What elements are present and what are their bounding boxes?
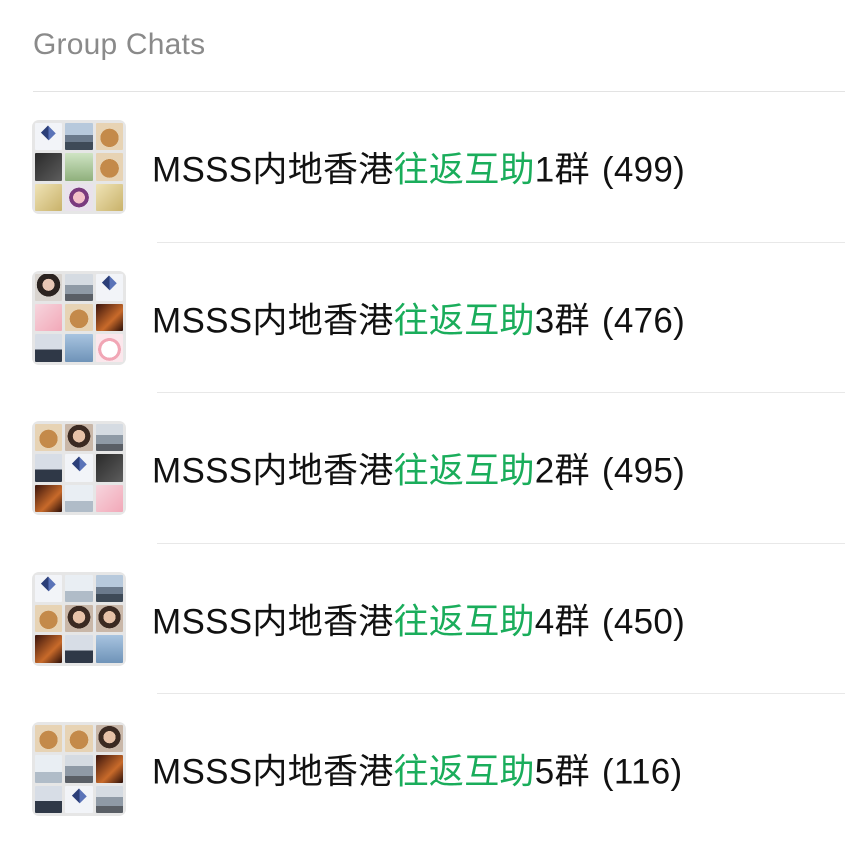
- member-avatar-tile: [65, 785, 93, 813]
- group-chat-title: MSSS内地香港往返互助2群 (495): [152, 443, 685, 494]
- member-avatar-tile: [95, 785, 123, 813]
- member-avatar-tile: [35, 725, 63, 753]
- title-prefix: MSSS内地香港: [152, 451, 394, 491]
- member-avatar-tile: [95, 273, 123, 301]
- title-search-highlight: 往返互助: [393, 301, 535, 341]
- group-chat-title: MSSS内地香港往返互助1群 (499): [152, 142, 685, 193]
- group-avatar[interactable]: [32, 571, 126, 666]
- member-count: (450): [601, 602, 686, 642]
- member-avatar-tile: [95, 484, 123, 512]
- title-prefix: MSSS内地香港: [152, 150, 394, 190]
- member-avatar-tile: [65, 725, 93, 753]
- title-search-highlight: 往返互助: [393, 602, 535, 642]
- member-avatar-tile: [95, 574, 123, 602]
- member-count: (495): [601, 451, 686, 491]
- member-avatar-tile: [65, 424, 93, 452]
- member-avatar-tile: [35, 454, 63, 482]
- member-avatar-tile: [65, 123, 93, 151]
- member-avatar-tile: [35, 153, 63, 181]
- member-avatar-tile: [95, 303, 123, 332]
- member-avatar-tile: [65, 574, 93, 602]
- title-prefix: MSSS内地香港: [152, 602, 394, 642]
- member-avatar-tile: [65, 153, 93, 181]
- member-avatar-tile: [35, 273, 63, 301]
- title-search-highlight: 往返互助: [393, 150, 535, 190]
- member-count: (499): [601, 150, 686, 190]
- member-avatar-tile: [95, 755, 123, 783]
- member-avatar-tile: [35, 424, 63, 452]
- member-avatar-tile: [35, 183, 63, 211]
- member-avatar-tile: [65, 183, 93, 211]
- group-chat-list: MSSS内地香港往返互助1群 (499) MSSS内地香港往返互助3群 (476) MS…: [0, 92, 845, 845]
- group-avatar[interactable]: [32, 120, 126, 214]
- member-avatar-tile: [65, 604, 93, 633]
- group-chat-title: MSSS内地香港往返互助4群 (450): [152, 593, 685, 644]
- member-count: (476): [601, 301, 686, 341]
- member-avatar-tile: [65, 303, 93, 332]
- member-avatar-tile: [95, 635, 123, 663]
- member-avatar-tile: [65, 334, 93, 362]
- title-prefix: MSSS内地香港: [152, 752, 394, 792]
- member-avatar-tile: [95, 123, 123, 151]
- member-avatar-tile: [35, 303, 63, 332]
- title-suffix: 4群: [534, 602, 590, 642]
- group-chat-title: MSSS内地香港往返互助5群 (116): [152, 744, 682, 795]
- group-avatar[interactable]: [32, 722, 126, 816]
- member-avatar-tile: [35, 785, 63, 813]
- member-avatar-tile: [95, 424, 123, 452]
- member-avatar-tile: [95, 334, 123, 362]
- member-avatar-tile: [35, 604, 63, 633]
- member-avatar-tile: [95, 725, 123, 753]
- group-avatar[interactable]: [32, 270, 126, 365]
- title-suffix: 3群: [534, 301, 590, 341]
- title-suffix: 5群: [534, 752, 590, 792]
- member-count: (116): [601, 752, 683, 792]
- member-avatar-tile: [95, 183, 123, 211]
- title-prefix: MSSS内地香港: [152, 301, 394, 341]
- member-avatar-tile: [65, 273, 93, 301]
- title-search-highlight: 往返互助: [393, 752, 535, 792]
- member-avatar-tile: [35, 334, 63, 362]
- member-avatar-tile: [35, 484, 63, 512]
- member-avatar-tile: [35, 574, 63, 602]
- group-chat-row[interactable]: MSSS内地香港往返互助2群 (495): [0, 393, 845, 544]
- section-header: Group Chats: [33, 28, 206, 61]
- title-suffix: 2群: [534, 451, 590, 491]
- group-avatar[interactable]: [32, 421, 126, 515]
- title-suffix: 1群: [534, 150, 590, 190]
- member-avatar-tile: [95, 153, 123, 181]
- title-search-highlight: 往返互助: [393, 451, 535, 491]
- group-chat-row[interactable]: MSSS内地香港往返互助3群 (476): [0, 243, 845, 393]
- member-avatar-tile: [65, 484, 93, 512]
- member-avatar-tile: [35, 123, 63, 151]
- member-avatar-tile: [65, 755, 93, 783]
- member-avatar-tile: [35, 635, 63, 663]
- member-avatar-tile: [95, 454, 123, 482]
- group-chat-row[interactable]: MSSS内地香港往返互助5群 (116): [0, 694, 845, 845]
- member-avatar-tile: [65, 635, 93, 663]
- member-avatar-tile: [65, 454, 93, 482]
- group-chat-row[interactable]: MSSS内地香港往返互助1群 (499): [0, 92, 845, 243]
- group-chat-row[interactable]: MSSS内地香港往返互助4群 (450): [0, 544, 845, 694]
- member-avatar-tile: [95, 604, 123, 633]
- member-avatar-tile: [35, 755, 63, 783]
- group-chat-title: MSSS内地香港往返互助3群 (476): [152, 292, 685, 343]
